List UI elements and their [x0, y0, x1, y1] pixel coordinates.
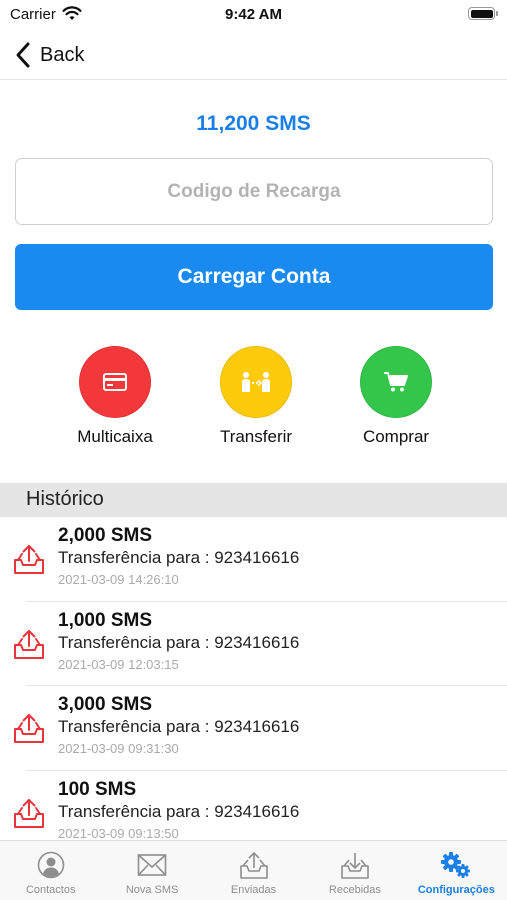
- tab-label: Nova SMS: [125, 884, 179, 896]
- transaction-description: Transferência para : 923416616: [58, 801, 300, 821]
- card-icon: [103, 373, 127, 391]
- outbox-icon: [239, 851, 268, 879]
- sms-balance: 11,200 SMS: [196, 112, 311, 135]
- back-button[interactable]: Back: [12, 38, 84, 72]
- recharge-code-input[interactable]: [15, 158, 493, 225]
- transfer-button[interactable]: Transferir: [201, 346, 311, 447]
- back-label: Back: [40, 43, 85, 66]
- outgoing-tray-icon: [14, 714, 44, 743]
- cart-icon: [384, 372, 408, 392]
- buy-label: Comprar: [362, 427, 430, 446]
- status-time: 9:42 AM: [225, 6, 282, 23]
- tab-recebidas[interactable]: Recebidas: [304, 841, 405, 900]
- envelope-icon: [137, 854, 167, 876]
- outgoing-tray-icon: [14, 545, 44, 574]
- outgoing-tray-icon: [14, 798, 44, 828]
- transaction-date: 2021-03-09 14:26:10: [58, 572, 179, 587]
- transaction-amount: 2,000 SMS: [58, 525, 152, 546]
- history-item[interactable]: 100 SMS Transferência para : 923416616 2…: [0, 771, 507, 841]
- contacts-icon: [37, 851, 65, 879]
- multicaixa-circle: [79, 346, 151, 418]
- battery-icon: [468, 7, 498, 20]
- transfer-label: Transferir: [219, 427, 293, 446]
- multicaixa-button[interactable]: Multicaixa: [60, 346, 170, 447]
- transaction-date: 2021-03-09 12:03:15: [58, 656, 179, 672]
- inbox-icon: [341, 853, 369, 879]
- tab-enviadas[interactable]: Enviadas: [203, 841, 304, 900]
- history-item[interactable]: 1,000 SMS Transferência para : 923416616…: [0, 602, 507, 686]
- history-header: Histórico: [0, 483, 507, 517]
- tab-bar: Contactos Nova SMS Enviadas Recebidas Co…: [0, 840, 507, 900]
- gears-icon: [441, 852, 471, 878]
- transfer-people-icon: [242, 372, 270, 392]
- history-item[interactable]: 2,000 SMS Transferência para : 923416616…: [0, 517, 507, 602]
- transaction-description: Transferência para : 923416616: [58, 548, 300, 567]
- tab-contactos[interactable]: Contactos: [0, 841, 101, 900]
- history-list[interactable]: 2,000 SMS Transferência para : 923416616…: [0, 517, 507, 840]
- transaction-description: Transferência para : 923416616: [58, 632, 300, 652]
- tab-configuracoes[interactable]: Configurações: [406, 841, 507, 900]
- tab-nova-sms[interactable]: Nova SMS: [101, 841, 202, 900]
- transaction-date: 2021-03-09 09:13:50: [58, 825, 179, 841]
- navigation-bar: Back: [0, 30, 507, 80]
- transaction-amount: 3,000 SMS: [58, 694, 152, 715]
- transaction-date: 2021-03-09 09:31:30: [58, 741, 179, 756]
- chevron-left-icon: [16, 42, 30, 68]
- transaction-description: Transferência para : 923416616: [58, 717, 300, 736]
- buy-button[interactable]: Comprar: [341, 346, 451, 447]
- tab-label: Enviadas: [230, 884, 277, 896]
- transaction-amount: 100 SMS: [58, 778, 137, 800]
- status-bar: Carrier 9:42 AM: [0, 0, 507, 30]
- multicaixa-label: Multicaixa: [77, 427, 153, 446]
- load-account-button[interactable]: Carregar Conta: [15, 244, 493, 310]
- history-title: Histórico: [26, 488, 104, 510]
- history-item[interactable]: 3,000 SMS Transferência para : 923416616…: [0, 686, 507, 771]
- outgoing-tray-icon: [14, 629, 44, 659]
- tab-label: Recebidas: [328, 884, 381, 896]
- tab-label: Contactos: [25, 884, 76, 896]
- buy-circle: [360, 346, 432, 418]
- tab-label: Configurações: [417, 884, 495, 896]
- transfer-circle: [220, 346, 292, 418]
- transaction-amount: 1,000 SMS: [58, 609, 152, 631]
